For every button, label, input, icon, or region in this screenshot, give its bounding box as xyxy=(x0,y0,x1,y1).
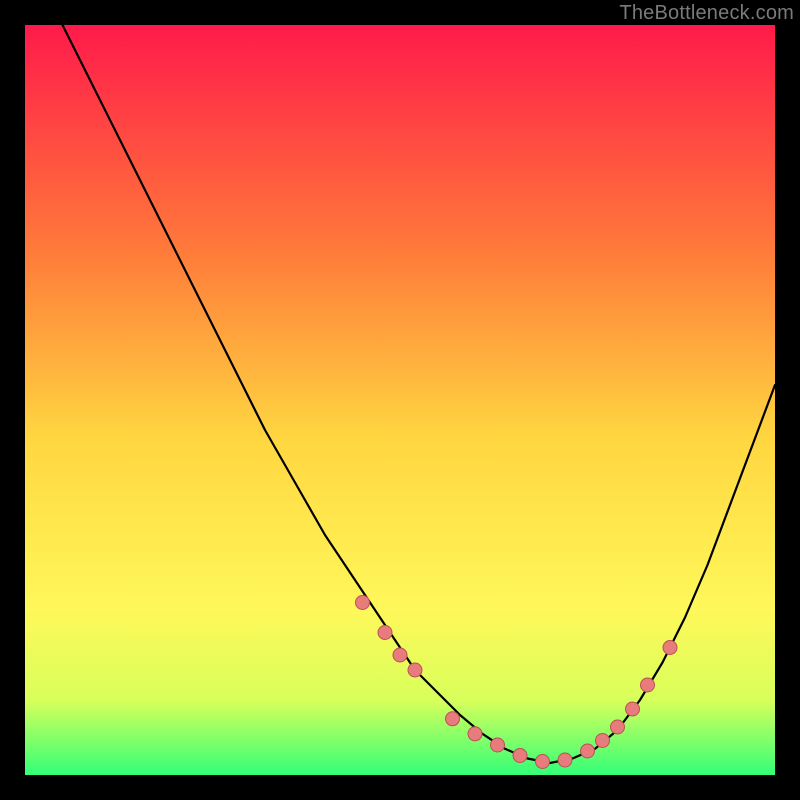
marker-dot xyxy=(408,663,422,677)
chart-stage: TheBottleneck.com xyxy=(0,0,800,800)
marker-dot xyxy=(393,648,407,662)
bottleneck-chart xyxy=(25,25,775,775)
marker-dot xyxy=(581,744,595,758)
marker-dot xyxy=(641,678,655,692)
marker-dot xyxy=(446,712,460,726)
marker-dot xyxy=(491,738,505,752)
marker-dot xyxy=(378,626,392,640)
marker-dot xyxy=(468,727,482,741)
marker-dot xyxy=(611,720,625,734)
plot-area xyxy=(25,25,775,775)
marker-dot xyxy=(513,749,527,763)
marker-dot xyxy=(558,753,572,767)
marker-dot xyxy=(663,641,677,655)
attribution-label: TheBottleneck.com xyxy=(619,2,794,25)
marker-dot xyxy=(536,755,550,769)
marker-dot xyxy=(356,596,370,610)
marker-dot xyxy=(626,702,640,716)
marker-dot xyxy=(596,734,610,748)
